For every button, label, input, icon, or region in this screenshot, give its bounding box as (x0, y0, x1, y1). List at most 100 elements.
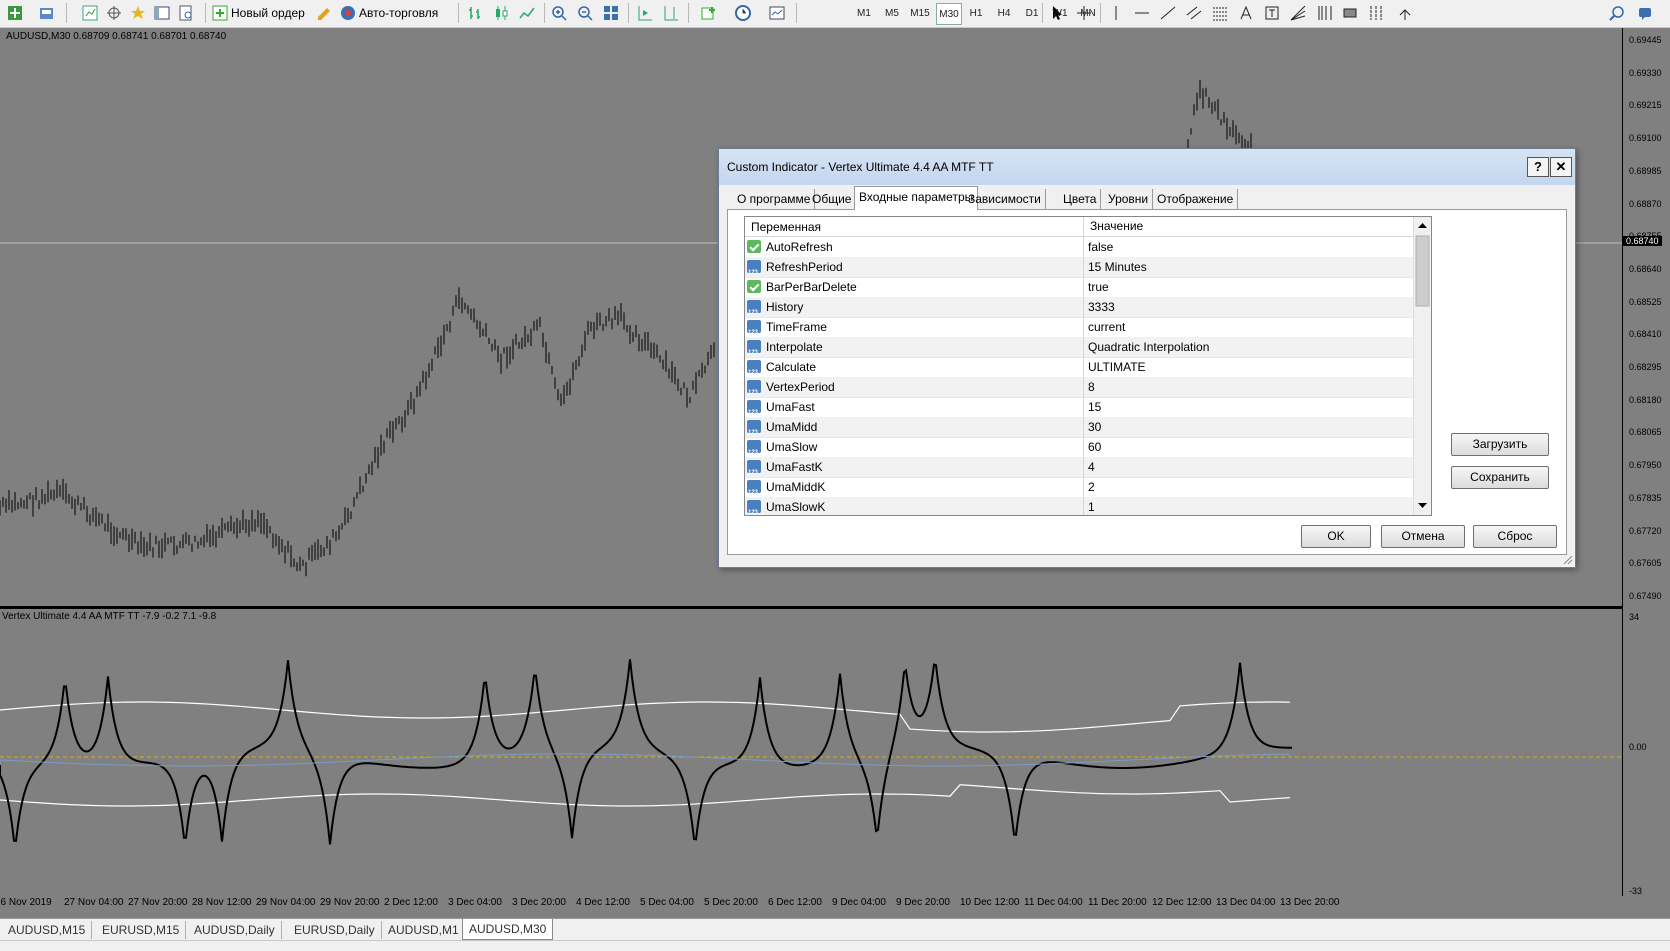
param-row[interactable]: UmaSlow 60 (745, 437, 1414, 463)
navigator-icon[interactable] (128, 3, 148, 23)
param-row[interactable]: Calculate ULTIMATE (745, 357, 1414, 383)
dialog-tab-2[interactable]: Входные параметры (854, 186, 979, 210)
profiles-icon[interactable] (34, 3, 60, 23)
line-chart-icon[interactable] (516, 3, 538, 23)
param-row[interactable]: AutoRefresh false (745, 237, 1413, 258)
subwindow-separator[interactable] (0, 606, 1622, 609)
save-button[interactable]: Сохранить (1451, 466, 1549, 489)
param-value[interactable]: 60 (1083, 437, 1414, 457)
param-value[interactable]: 15 Minutes (1083, 257, 1414, 277)
text-label-icon[interactable] (1262, 3, 1282, 23)
param-row[interactable]: UmaFastK 4 (745, 457, 1414, 483)
timeframe-m5-button[interactable]: M5 (880, 3, 904, 23)
param-value[interactable]: current (1083, 317, 1414, 337)
chart-tab-0[interactable]: AUDUSD,M15 (2, 921, 93, 939)
autoscroll-icon[interactable] (634, 3, 656, 23)
candlestick-chart-icon[interactable] (490, 3, 512, 23)
timeframe-d1-button[interactable]: D1 (1020, 3, 1044, 23)
zoom-out-icon[interactable] (574, 3, 596, 23)
resize-grip-icon[interactable] (1561, 553, 1573, 565)
param-value[interactable]: true (1083, 277, 1414, 297)
param-value[interactable]: Quadratic Interpolation (1083, 337, 1414, 357)
param-value[interactable]: 8 (1083, 377, 1414, 397)
timeframe-h4-button[interactable]: H4 (992, 3, 1016, 23)
horizontal-line-icon[interactable] (1132, 3, 1152, 23)
param-row[interactable]: History 3333 (745, 297, 1414, 323)
timeframe-w1-button[interactable]: W1 (1048, 3, 1072, 23)
load-button[interactable]: Загрузить (1451, 433, 1549, 456)
column-variable[interactable]: Переменная (751, 220, 821, 234)
trendline-icon[interactable] (1158, 3, 1178, 23)
param-row[interactable]: UmaFast 15 (745, 397, 1414, 423)
chart-shift-icon[interactable] (660, 3, 682, 23)
param-row[interactable]: VertexPeriod 8 (745, 377, 1414, 403)
param-row[interactable]: Interpolate Quadratic Interpolation (745, 337, 1414, 363)
equidistant-channel-icon[interactable] (1184, 3, 1204, 23)
dialog-tab-0[interactable]: О программе (733, 189, 816, 209)
ok-button[interactable]: OK (1301, 525, 1371, 548)
chart-tab-1[interactable]: EURUSD,M15 (96, 921, 187, 939)
dialog-tab-5[interactable]: Уровни (1104, 189, 1154, 209)
indicator-subwindow[interactable] (0, 610, 1622, 895)
rectangle-tool-icon[interactable] (1340, 3, 1360, 23)
dialog-titlebar[interactable]: Custom Indicator - Vertex Ultimate 4.4 A… (719, 149, 1575, 185)
help-button[interactable]: ? (1527, 157, 1549, 177)
price-axis[interactable]: 0.69445 0.69330 0.69215 0.69100 0.68985 0.688… (1622, 28, 1670, 896)
chat-icon[interactable] (1634, 3, 1656, 23)
tester-icon[interactable] (176, 3, 196, 23)
close-button[interactable]: ✕ (1550, 157, 1572, 177)
fibo-time-icon[interactable] (1314, 3, 1334, 23)
dialog-tab-1[interactable]: Общие (808, 189, 857, 209)
timeframe-m1-button[interactable]: M1 (852, 3, 876, 23)
param-value[interactable]: ULTIMATE (1083, 357, 1414, 377)
param-row[interactable]: TimeFrame current (745, 317, 1414, 343)
param-value[interactable]: false (1083, 237, 1414, 257)
gann-icon[interactable] (1366, 3, 1386, 23)
chart-tab-2[interactable]: AUDUSD,Daily (188, 921, 282, 939)
tile-windows-icon[interactable] (600, 3, 622, 23)
bar-chart-icon[interactable] (464, 3, 486, 23)
param-value[interactable]: 3333 (1083, 297, 1414, 317)
vertical-line-icon[interactable] (1106, 3, 1126, 23)
templates-icon[interactable] (762, 3, 792, 23)
autotrading-button[interactable]: Авто-торговля (340, 3, 450, 23)
text-tool-icon[interactable] (1236, 3, 1256, 23)
chart-tab-5[interactable]: AUDUSD,M30 (462, 919, 554, 940)
cancel-button[interactable]: Отмена (1381, 525, 1465, 548)
dialog-tab-3[interactable]: Зависимости (964, 189, 1046, 209)
param-row[interactable]: BarPerBarDelete true (745, 277, 1413, 298)
periods-clock-icon[interactable] (728, 3, 758, 23)
new-chart-icon[interactable] (2, 3, 28, 23)
dialog-tab-6[interactable]: Отображение (1153, 189, 1239, 209)
param-value[interactable]: 15 (1083, 397, 1414, 417)
reset-button[interactable]: Сброс (1473, 525, 1557, 548)
param-row[interactable]: UmaMiddK 2 (745, 477, 1414, 503)
fibonacci-icon[interactable] (1210, 3, 1230, 23)
timeframe-mn-button[interactable]: MN (1076, 3, 1100, 23)
param-row[interactable]: UmaSlowK 1 (745, 497, 1414, 515)
search-icon[interactable] (1606, 3, 1628, 23)
indicators-list-icon[interactable] (694, 3, 724, 23)
chart-tab-3[interactable]: EURUSD,Daily (288, 921, 382, 939)
market-watch-icon[interactable] (80, 3, 100, 23)
timeframe-m15-button[interactable]: M15 (908, 3, 932, 23)
fibo-fan-icon[interactable] (1288, 3, 1308, 23)
chart-tab-4[interactable]: AUDUSD,M1 (382, 921, 466, 939)
dialog-tab-4[interactable]: Цвета (1059, 189, 1102, 209)
terminal-icon[interactable] (152, 3, 172, 23)
param-value[interactable]: 4 (1083, 457, 1414, 477)
zoom-in-icon[interactable] (548, 3, 570, 23)
column-value[interactable]: Значение (1083, 217, 1143, 236)
param-row[interactable]: RefreshPeriod 15 Minutes (745, 257, 1414, 283)
timeframe-h1-button[interactable]: H1 (964, 3, 988, 23)
timeframe-m30-button[interactable]: M30 (936, 3, 962, 25)
param-row[interactable]: UmaMidd 30 (745, 417, 1414, 443)
param-value[interactable]: 1 (1083, 497, 1414, 515)
param-value[interactable]: 2 (1083, 477, 1414, 497)
crosshair-navigator-icon[interactable] (104, 3, 124, 23)
metaeditor-icon[interactable] (314, 3, 334, 23)
new-order-button[interactable]: Новый ордер (212, 3, 310, 23)
grid-scrollbar[interactable] (1413, 217, 1431, 515)
param-value[interactable]: 30 (1083, 417, 1414, 437)
arrows-tool-icon[interactable] (1392, 3, 1422, 23)
